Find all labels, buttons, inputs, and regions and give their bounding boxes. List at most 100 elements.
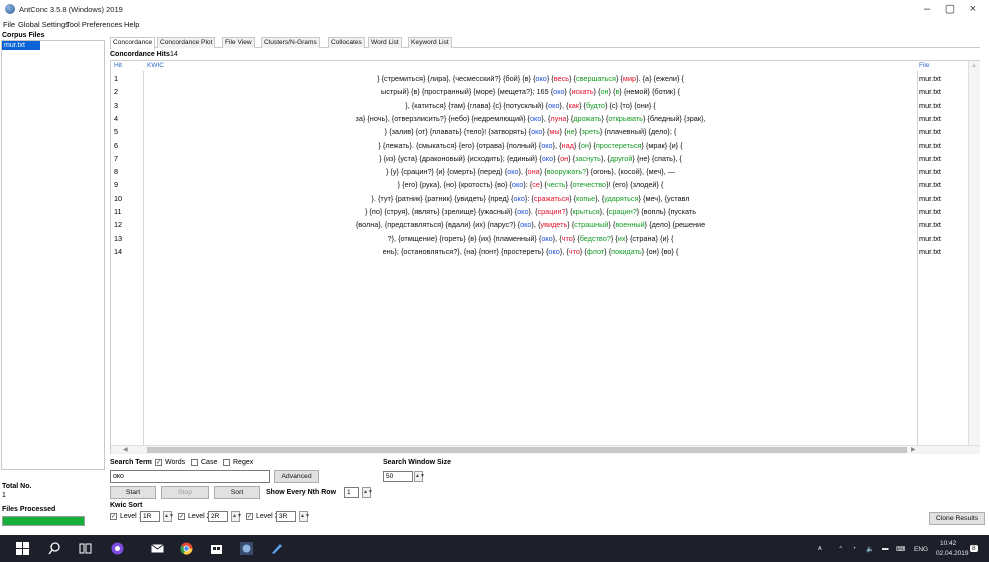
windows-start-icon[interactable]: [16, 542, 29, 555]
horizontal-scrollbar[interactable]: ◀ ▶: [111, 445, 980, 454]
store-icon[interactable]: [210, 542, 223, 555]
kwic-line[interactable]: } {лежать}. {смыкаться} {его} {отрава} {…: [146, 141, 915, 150]
hit-number: 7: [114, 153, 119, 163]
file-cell[interactable]: mur.txt: [919, 101, 941, 110]
antconc-app-icon: [5, 4, 15, 14]
battery-icon[interactable]: ▬: [882, 545, 889, 552]
advanced-button[interactable]: Advanced: [274, 470, 319, 483]
network-icon[interactable]: ◔: [852, 545, 856, 552]
level2-spinner[interactable]: ▲▼: [231, 511, 242, 522]
regex-checkbox[interactable]: [223, 459, 230, 466]
tab-clusters-ngrams[interactable]: Clusters/N-Grams: [261, 37, 320, 48]
input-language[interactable]: ENG: [914, 546, 928, 553]
maximize-button[interactable]: ▢: [943, 3, 957, 17]
file-cell[interactable]: mur.txt: [919, 87, 941, 96]
mail-icon[interactable]: [151, 542, 164, 555]
level1-input[interactable]: 1R: [140, 511, 160, 522]
tor-browser-icon[interactable]: [111, 542, 124, 555]
search-window-size-input[interactable]: 50: [383, 471, 413, 482]
hit-number: 10: [114, 193, 123, 203]
file-cell[interactable]: mur.txt: [919, 141, 941, 150]
chrome-icon[interactable]: [180, 542, 193, 555]
level2-input[interactable]: 2R: [208, 511, 228, 522]
level3-input[interactable]: 3R: [276, 511, 296, 522]
kwic-line[interactable]: } {залив} {от} {плавать} {тело}! {затвор…: [146, 127, 915, 136]
horizontal-scroll-thumb[interactable]: [147, 447, 907, 453]
nth-row-spinner[interactable]: ▲▼: [362, 487, 373, 498]
level3-checkbox[interactable]: ✓: [246, 513, 253, 520]
kwic-line[interactable]: } {по} {струя}, {являть} {зрелище} {ужас…: [146, 207, 915, 216]
kwic-line[interactable]: за} {ночь}, {отверзлисить?} {небо} {недр…: [146, 114, 915, 123]
level1-checkbox[interactable]: ✓: [110, 513, 117, 520]
sort-button[interactable]: Sort: [214, 486, 260, 499]
file-cell[interactable]: mur.txt: [919, 247, 941, 256]
file-cell[interactable]: mur.txt: [919, 114, 941, 123]
antconc-taskbar-icon[interactable]: [240, 542, 253, 555]
file-cell[interactable]: mur.txt: [919, 154, 941, 163]
scroll-up-icon[interactable]: ▲: [971, 63, 977, 69]
case-checkbox[interactable]: [191, 459, 198, 466]
level1-spinner[interactable]: ▲▼: [163, 511, 174, 522]
tab-concordance-plot[interactable]: Concordance Plot: [157, 37, 216, 48]
corpus-file-list[interactable]: mur.txt: [1, 40, 105, 470]
kwic-line[interactable]: } {стремиться} {лира}, {чесмесский?} {бо…: [146, 74, 915, 83]
tab-word-list[interactable]: Word List: [368, 37, 402, 48]
file-cell[interactable]: mur.txt: [919, 180, 941, 189]
search-icon[interactable]: [48, 542, 61, 555]
file-cell[interactable]: mur.txt: [919, 234, 941, 243]
nth-row-input[interactable]: 1: [344, 487, 359, 498]
window-size-spinner[interactable]: ▲▼: [414, 471, 425, 482]
words-checkbox[interactable]: ✓: [155, 459, 162, 466]
clone-results-button[interactable]: Clone Results: [929, 512, 985, 525]
file-cell[interactable]: mur.txt: [919, 74, 941, 83]
level3-spinner[interactable]: ▲▼: [299, 511, 310, 522]
volume-icon[interactable]: 🔈: [866, 545, 874, 553]
file-cell[interactable]: mur.txt: [919, 220, 941, 229]
menu-file[interactable]: File: [3, 20, 15, 29]
tray-expand-icon[interactable]: ⌃: [838, 545, 843, 553]
column-header-file[interactable]: File: [919, 62, 929, 69]
menu-tool-preferences[interactable]: Tool Preferences: [66, 20, 122, 29]
people-icon[interactable]: ᴬ: [818, 545, 822, 554]
task-view-icon[interactable]: [79, 542, 92, 555]
kwic-line[interactable]: ень}; {остановляться?}, {на} {понт} {про…: [146, 247, 915, 256]
progress-fill: [3, 517, 84, 525]
close-button[interactable]: ×: [966, 3, 980, 17]
start-button[interactable]: Start: [110, 486, 156, 499]
file-cell[interactable]: mur.txt: [919, 167, 941, 176]
kwic-line[interactable]: ыстрый} {в} {пространный} {море} {мещета…: [146, 87, 915, 96]
regex-label: Regex: [233, 459, 254, 466]
kwic-line[interactable]: } {из} {уста} {драконовый} {исходить}; {…: [146, 154, 915, 163]
kwic-line[interactable]: }. {тут} {ратник} {ратник} {увидеть} {пр…: [146, 194, 915, 203]
minimize-button[interactable]: –: [920, 3, 934, 17]
clock-time[interactable]: 10:42: [940, 540, 956, 547]
tab-concordance[interactable]: Concordance: [110, 37, 156, 49]
tab-keyword-list[interactable]: Keyword List: [408, 37, 452, 48]
kwic-line[interactable]: {волна}, {представляться} {вдали} {их} {…: [146, 220, 915, 229]
menu-help[interactable]: Help: [124, 20, 139, 29]
vertical-scrollbar[interactable]: ▲: [968, 61, 980, 445]
kwic-line[interactable]: } {у} {срацин?} {и} {смерть} {перед} {ок…: [146, 167, 915, 176]
kwic-line[interactable]: } {его} {рука}, {но} {кротость} {во} {ок…: [146, 180, 915, 189]
pen-tool-icon[interactable]: [270, 542, 283, 555]
level2-checkbox[interactable]: ✓: [178, 513, 185, 520]
stop-button[interactable]: Stop: [161, 486, 209, 499]
file-cell[interactable]: mur.txt: [919, 194, 941, 203]
tab-file-view[interactable]: File View: [222, 37, 255, 48]
column-header-kwic[interactable]: KWIC: [147, 62, 164, 69]
corpus-file-item[interactable]: mur.txt: [2, 41, 40, 50]
kwic-line[interactable]: ?}, {отмщение} {гореть} {в} {их} {пламен…: [146, 234, 915, 243]
column-header-hit[interactable]: Hit: [114, 62, 122, 69]
kwic-line[interactable]: }, {катиться} {там} {глава} {с} {потускл…: [146, 101, 915, 110]
scroll-left-icon[interactable]: ◀: [123, 446, 128, 453]
concordance-table[interactable]: Hit KWIC File 1} {стремиться} {лира}, {ч…: [110, 60, 980, 454]
tab-collocates[interactable]: Collocates: [328, 37, 365, 48]
clock-date[interactable]: 02.04.2019: [936, 550, 969, 557]
menu-global-settings[interactable]: Global Settings: [18, 20, 69, 29]
file-cell[interactable]: mur.txt: [919, 207, 941, 216]
scroll-right-icon[interactable]: ▶: [911, 446, 916, 453]
notification-badge[interactable]: 8: [970, 545, 978, 552]
file-cell[interactable]: mur.txt: [919, 127, 941, 136]
keyboard-icon[interactable]: ⌨: [896, 545, 905, 553]
search-term-input[interactable]: око: [110, 470, 270, 483]
